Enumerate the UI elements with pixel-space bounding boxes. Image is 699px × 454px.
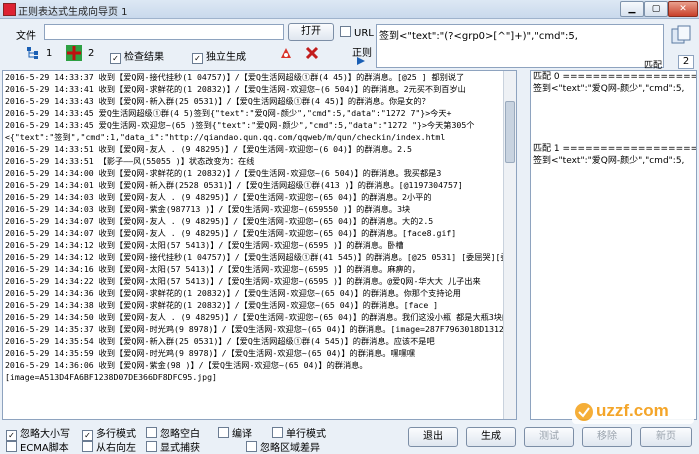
ignore-space-box[interactable] xyxy=(146,427,157,438)
close-button[interactable]: ✕ xyxy=(668,1,698,17)
log-line: 2016-5-29 14:35:59 收到【爱Q网-时光鸡(9 8978)】/【… xyxy=(5,348,416,358)
check-result-label: 检查结果 xyxy=(124,52,164,63)
log-line: 2016-5-29 14:34:36 收到【爱Q网-求鲜花的(1 20832)】… xyxy=(5,288,461,298)
exit-button[interactable]: 退出 xyxy=(408,427,458,447)
log-line: 2016-5-29 14:35:54 收到【爱Q网-新入群(25 0531)】/… xyxy=(5,336,435,346)
log-line: 2016-5-29 14:33:45 爱Q生活网超级①群(4 5)签到{"tex… xyxy=(5,108,452,118)
compile-checkbox[interactable]: 编译 xyxy=(218,425,252,440)
url-checkbox-box[interactable] xyxy=(340,26,351,37)
file-path-input[interactable] xyxy=(44,24,284,40)
log-line: 2016-5-29 14:34:07 收到【爱Q网-友人 . (9 48295)… xyxy=(5,228,457,238)
log-line: 2016-5-29 14:33:45 爱Q生活网-欢迎您~(65 )签到{"te… xyxy=(5,120,475,130)
match-line: 签到<"text":"爱Q网-颜少","cmd":5, xyxy=(533,156,685,166)
stop-icon[interactable] xyxy=(304,45,320,61)
log-line: 2016-5-29 14:36:06 收到【爱Q网-紫金(98 )】/【爱Q生活… xyxy=(5,360,368,370)
standalone-checkbox[interactable]: ✓ 独立生成 xyxy=(192,48,246,64)
log-line: 2016-5-29 14:34:16 收到【爱Q网-太阳(57 5413)】/【… xyxy=(5,264,420,274)
ignore-area-diff-label: 忽略区域差异 xyxy=(260,443,320,454)
log-line: 2016-5-29 14:33:51 【影子——风(55055 )】状态改变为：… xyxy=(5,156,255,166)
file-label: 文件 xyxy=(16,31,36,42)
ecma-box[interactable] xyxy=(6,441,17,452)
log-line: 2016-5-29 14:34:03 收到【爱Q网-紫金(987713 )】/【… xyxy=(5,204,411,214)
ignore-area-diff-box[interactable] xyxy=(246,441,257,452)
log-line: 2016-5-29 14:34:01 收到【爱Q网-新入群(2528 0531)… xyxy=(5,180,463,190)
test-button[interactable]: 测试 xyxy=(524,427,574,447)
match-lines: 匹配 0 =================== 签到<"text":"爱Q网-颜… xyxy=(531,71,696,167)
log-text-area[interactable]: 2016-5-29 14:33:37 收到【爱Q网-接代挂秒(1 04757)】… xyxy=(2,70,517,420)
match-line xyxy=(531,107,696,119)
right-to-left-box[interactable] xyxy=(82,441,93,452)
count-1: 1 xyxy=(46,48,53,59)
log-line: 2016-5-29 14:34:38 收到【爱Q网-求鲜花的(1 20832)】… xyxy=(5,300,439,310)
log-line: 2016-5-29 14:33:43 收到【爱Q网-新入群(25 0531)】/… xyxy=(5,96,430,106)
singleline-checkbox[interactable]: 单行模式 xyxy=(272,425,326,440)
log-line: 2016-5-29 14:34:12 收到【爱Q网-太阳(57 5413)】/【… xyxy=(5,240,404,250)
log-line: 2016-5-29 14:34:12 收到【爱Q网-接代挂秒(1 04757)】… xyxy=(5,252,517,262)
copy-icon[interactable] xyxy=(670,24,692,46)
explicit-capture-label: 显式捕获 xyxy=(160,443,200,454)
remove-button[interactable]: 移除 xyxy=(582,427,632,447)
play-icon[interactable] xyxy=(356,56,366,66)
match-results-panel[interactable]: 匹配 0 =================== 签到<"text":"爱Q网-颜… xyxy=(530,70,697,420)
ignore-area-diff-checkbox[interactable]: 忽略区域差异 xyxy=(246,439,320,454)
grid-icon[interactable] xyxy=(66,45,82,61)
check-result-box[interactable]: ✓ xyxy=(110,53,121,64)
right-to-left-checkbox[interactable]: 从右向左 xyxy=(82,439,136,454)
compile-box[interactable] xyxy=(218,427,229,438)
run-icon[interactable] xyxy=(278,45,294,61)
match-line: 匹配 1 =================== xyxy=(533,144,697,154)
match-line xyxy=(531,119,696,131)
standalone-box[interactable]: ✓ xyxy=(192,53,203,64)
log-lines: 2016-5-29 14:33:37 收到【爱Q网-接代挂秒(1 04757)】… xyxy=(3,71,516,383)
log-line: [image=A513D4FA6BF1238D07DE366DF8DFC95.j… xyxy=(5,372,217,382)
url-checkbox[interactable]: URL xyxy=(340,26,374,39)
log-line: 2016-5-29 14:34:07 收到【爱Q网-友人 . (9 48295)… xyxy=(5,216,434,226)
open-button[interactable]: 打开 xyxy=(288,23,334,41)
log-line: 2016-5-29 14:33:51 收到【爱Q网-友人 . (9 48295)… xyxy=(5,144,412,154)
match-line xyxy=(531,95,696,107)
count-2: 2 xyxy=(88,48,95,59)
check-result-checkbox[interactable]: ✓ 检查结果 xyxy=(110,48,164,64)
log-line: 2016-5-29 14:34:00 收到【爱Q网-求鲜花的(1 20832)】… xyxy=(5,168,442,178)
app-icon xyxy=(3,3,16,16)
ignore-space-checkbox[interactable]: 忽略空白 xyxy=(146,425,200,440)
standalone-label: 独立生成 xyxy=(206,52,246,63)
right-to-left-label: 从右向左 xyxy=(96,443,136,454)
log-line: 2016-5-29 14:33:41 收到【爱Q网-求鲜花的(1 20832)】… xyxy=(5,84,466,94)
watermark-emblem-icon xyxy=(575,403,593,421)
singleline-box[interactable] xyxy=(272,427,283,438)
explicit-capture-box[interactable] xyxy=(146,441,157,452)
match-line xyxy=(531,131,696,143)
match-line: 签到<"text":"爱Q网-颜少","cmd":5, xyxy=(533,84,685,94)
tree-icon[interactable] xyxy=(26,46,40,60)
log-scrollbar[interactable] xyxy=(503,71,516,419)
match-line: 匹配 0 =================== xyxy=(533,72,697,82)
match-mode-value[interactable]: 2 xyxy=(678,55,694,69)
title-bar: 正则表达式生成向导页 1 ▁ ▢ ✕ xyxy=(0,0,699,19)
minimize-button[interactable]: ▁ xyxy=(620,1,644,17)
url-checkbox-label: URL xyxy=(354,28,374,39)
log-line: 2016-5-29 14:33:37 收到【爱Q网-接代挂秒(1 04757)】… xyxy=(5,72,465,82)
regex-input[interactable]: 签到<"text":"(?<grp0>[^"]+)","cmd":5, xyxy=(376,24,664,68)
log-line: 2016-5-29 14:34:03 收到【爱Q网-友人 . (9 48295)… xyxy=(5,192,432,202)
window-title: 正则表达式生成向导页 1 xyxy=(18,7,128,18)
log-line: 2016-5-29 14:34:22 收到【爱Q网-太阳(57 5413)】/【… xyxy=(5,276,481,286)
new-page-button[interactable]: 新页 xyxy=(640,427,692,447)
generate-button[interactable]: 生成 xyxy=(466,427,516,447)
log-line: <{"text":"签到","cmd":1,"data_i":"http://q… xyxy=(5,132,446,142)
ecma-checkbox[interactable]: ECMA脚本 xyxy=(6,439,69,454)
log-scrollbar-thumb[interactable] xyxy=(505,101,515,163)
watermark-text: uzzf.com xyxy=(596,401,669,420)
log-line: 2016-5-29 14:34:50 收到【爱Q网-友人 . (9 48295)… xyxy=(5,312,511,322)
explicit-capture-checkbox[interactable]: 显式捕获 xyxy=(146,439,200,454)
log-line: 2016-5-29 14:35:37 收到【爱Q网-时光鸡(9 8978)】/【… xyxy=(5,324,516,334)
watermark-logo: uzzf.com xyxy=(572,400,694,424)
ecma-label: ECMA脚本 xyxy=(20,443,69,454)
maximize-button[interactable]: ▢ xyxy=(644,1,668,17)
